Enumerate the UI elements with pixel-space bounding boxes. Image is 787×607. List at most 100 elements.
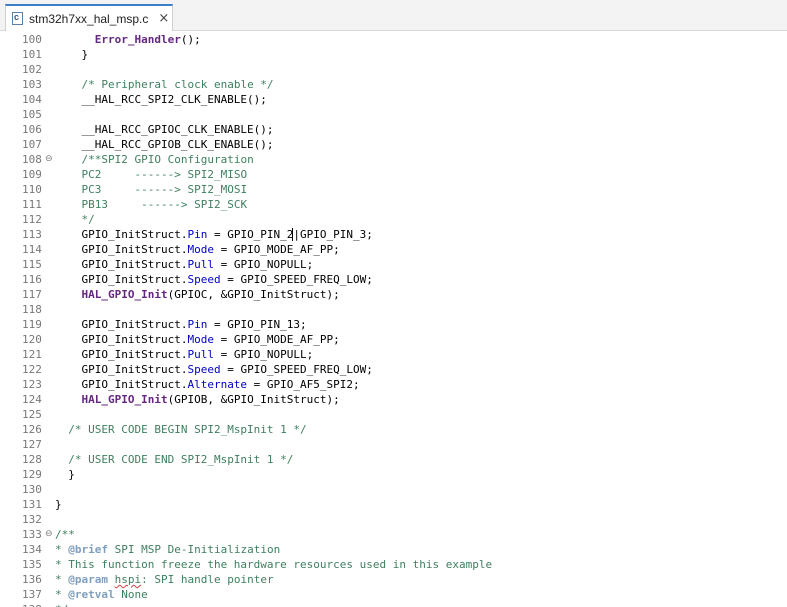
line-number: 125 [22, 408, 42, 421]
code-text: HAL_GPIO_Init(GPIOC, &GPIO_InitStruct); [55, 287, 340, 302]
code-line[interactable]: 128 /* USER CODE END SPI2_MspInit 1 */ [0, 452, 787, 467]
code-line[interactable]: 137 * @retval None [0, 587, 787, 602]
line-number: 119 [22, 318, 42, 331]
line-number: 111 [22, 198, 42, 211]
code-text: /* USER CODE BEGIN SPI2_MspInit 1 */ [55, 422, 306, 437]
line-number: 133 [22, 528, 42, 541]
code-line[interactable]: 101 } [0, 47, 787, 62]
line-number: 131 [22, 498, 42, 511]
code-text: } [55, 497, 62, 512]
code-token: */ [81, 213, 95, 226]
code-line[interactable]: 113 GPIO_InitStruct.Pin = GPIO_PIN_2|GPI… [0, 227, 787, 242]
fold-toggle-icon[interactable]: ⊖ [45, 527, 53, 542]
code-line[interactable]: 114 GPIO_InitStruct.Mode = GPIO_MODE_AF_… [0, 242, 787, 257]
code-line[interactable]: 130 [0, 482, 787, 497]
code-line[interactable]: 107 __HAL_RCC_GPIOB_CLK_ENABLE(); [0, 137, 787, 152]
code-text: GPIO_InitStruct.Alternate = GPIO_AF5_SPI… [55, 377, 359, 392]
code-text: __HAL_RCC_GPIOC_CLK_ENABLE(); [55, 122, 273, 137]
code-line[interactable]: 106 __HAL_RCC_GPIOC_CLK_ENABLE(); [0, 122, 787, 137]
code-line[interactable]: 131} [0, 497, 787, 512]
fold-toggle-icon[interactable]: ⊖ [45, 152, 53, 167]
code-line[interactable]: 119 GPIO_InitStruct.Pin = GPIO_PIN_13; [0, 317, 787, 332]
code-line[interactable]: 127 [0, 437, 787, 452]
code-line[interactable]: 123 GPIO_InitStruct.Alternate = GPIO_AF5… [0, 377, 787, 392]
line-number: 105 [22, 108, 42, 121]
code-token: GPIO_InitStruct. [55, 258, 188, 271]
code-line[interactable]: 112 */ [0, 212, 787, 227]
code-token: Pin [187, 228, 208, 241]
code-token: GPIO_InitStruct. [55, 348, 188, 361]
code-token: Error_Handler [94, 33, 181, 46]
code-line[interactable]: 125 [0, 407, 787, 422]
code-token: = GPIO_SPEED_FREQ_LOW; [220, 273, 373, 286]
code-line[interactable]: 122 GPIO_InitStruct.Speed = GPIO_SPEED_F… [0, 362, 787, 377]
line-number: 137 [22, 588, 42, 601]
code-line[interactable]: 121 GPIO_InitStruct.Pull = GPIO_NOPULL; [0, 347, 787, 362]
code-text: */ [55, 602, 68, 607]
code-editor[interactable]: 100 Error_Handler(); 101 } 102 103 /* Perip… [0, 31, 787, 607]
code-line[interactable]: 105 [0, 107, 787, 122]
code-line[interactable]: 110 PC3 ------> SPI2_MOSI [0, 182, 787, 197]
code-text: /* USER CODE END SPI2_MspInit 1 */ [55, 452, 293, 467]
code-token: } [55, 498, 62, 511]
code-line[interactable]: 100 Error_Handler(); [0, 32, 787, 47]
line-number: 104 [22, 93, 42, 106]
code-token: * This function freeze the hardware reso… [55, 558, 493, 571]
code-token: GPIO_InitStruct. [55, 333, 188, 346]
code-line[interactable]: 108 ⊖ /**SPI2 GPIO Configuration [0, 152, 787, 167]
code-text: HAL_GPIO_Init(GPIOB, &GPIO_InitStruct); [55, 392, 340, 407]
code-token: GPIO_InitStruct. [55, 363, 188, 376]
code-line[interactable]: 115 GPIO_InitStruct.Pull = GPIO_NOPULL; [0, 257, 787, 272]
line-number: 126 [22, 423, 42, 436]
code-line[interactable]: 111 PB13 ------> SPI2_SCK [0, 197, 787, 212]
code-line[interactable]: 136 * @param hspi: SPI handle pointer [0, 572, 787, 587]
code-token: = GPIO_PIN_2 [207, 228, 294, 241]
code-text: * @retval None [55, 587, 148, 602]
code-token: * [55, 573, 69, 586]
code-token: @retval [68, 588, 115, 601]
c-file-icon: c [12, 12, 23, 25]
code-text: GPIO_InitStruct.Speed = GPIO_SPEED_FREQ_… [55, 272, 373, 287]
code-text: PC3 ------> SPI2_MOSI [55, 182, 248, 197]
line-number: 113 [22, 228, 42, 241]
code-token: Alternate [187, 378, 248, 391]
code-line[interactable]: 104 __HAL_RCC_SPI2_CLK_ENABLE(); [0, 92, 787, 107]
editor-tab[interactable]: c stm32h7xx_hal_msp.c × [5, 4, 173, 31]
line-number: 120 [22, 333, 42, 346]
code-text: __HAL_RCC_GPIOB_CLK_ENABLE(); [55, 137, 273, 152]
code-line[interactable]: 126 /* USER CODE BEGIN SPI2_MspInit 1 */ [0, 422, 787, 437]
code-text: /** [55, 527, 75, 542]
code-line[interactable]: 129 } [0, 467, 787, 482]
code-line[interactable]: 124 HAL_GPIO_Init(GPIOB, &GPIO_InitStruc… [0, 392, 787, 407]
code-token: @param [68, 573, 108, 586]
code-line[interactable]: 109 PC2 ------> SPI2_MISO [0, 167, 787, 182]
code-text: * @param hspi: SPI handle pointer [55, 572, 274, 587]
code-token: } [55, 468, 75, 481]
line-number: 107 [22, 138, 42, 151]
code-line[interactable]: 120 GPIO_InitStruct.Mode = GPIO_MODE_AF_… [0, 332, 787, 347]
code-token: = GPIO_NOPULL; [213, 348, 314, 361]
code-token: HAL_GPIO_Init [81, 393, 168, 406]
line-number: 106 [22, 123, 42, 136]
code-line[interactable]: 118 [0, 302, 787, 317]
line-number: 101 [22, 48, 42, 61]
code-line[interactable]: 116 GPIO_InitStruct.Speed = GPIO_SPEED_F… [0, 272, 787, 287]
code-token: = GPIO_SPEED_FREQ_LOW; [220, 363, 373, 376]
code-line[interactable]: 117 HAL_GPIO_Init(GPIOC, &GPIO_InitStruc… [0, 287, 787, 302]
code-line[interactable]: 103 /* Peripheral clock enable */ [0, 77, 787, 92]
line-number: 138 [22, 602, 46, 607]
code-line[interactable]: 133 ⊖/** [0, 527, 787, 542]
editor-tab-bar: c stm32h7xx_hal_msp.c × [0, 0, 787, 31]
close-icon[interactable]: × [158, 11, 169, 26]
code-token: PC2 ------> SPI2_MISO [81, 168, 248, 181]
code-text: /**SPI2 GPIO Configuration [55, 152, 254, 167]
code-token: Pull [187, 348, 214, 361]
code-text: GPIO_InitStruct.Pin = GPIO_PIN_2|GPIO_PI… [55, 227, 373, 242]
line-number: 123 [22, 378, 42, 391]
code-line[interactable]: 135 * This function freeze the hardware r… [0, 557, 787, 572]
code-line[interactable]: 102 [0, 62, 787, 77]
code-line[interactable]: 132 [0, 512, 787, 527]
code-line[interactable]: 138 */ [0, 602, 787, 607]
code-line[interactable]: 134 * @brief SPI MSP De-Initialization [0, 542, 787, 557]
